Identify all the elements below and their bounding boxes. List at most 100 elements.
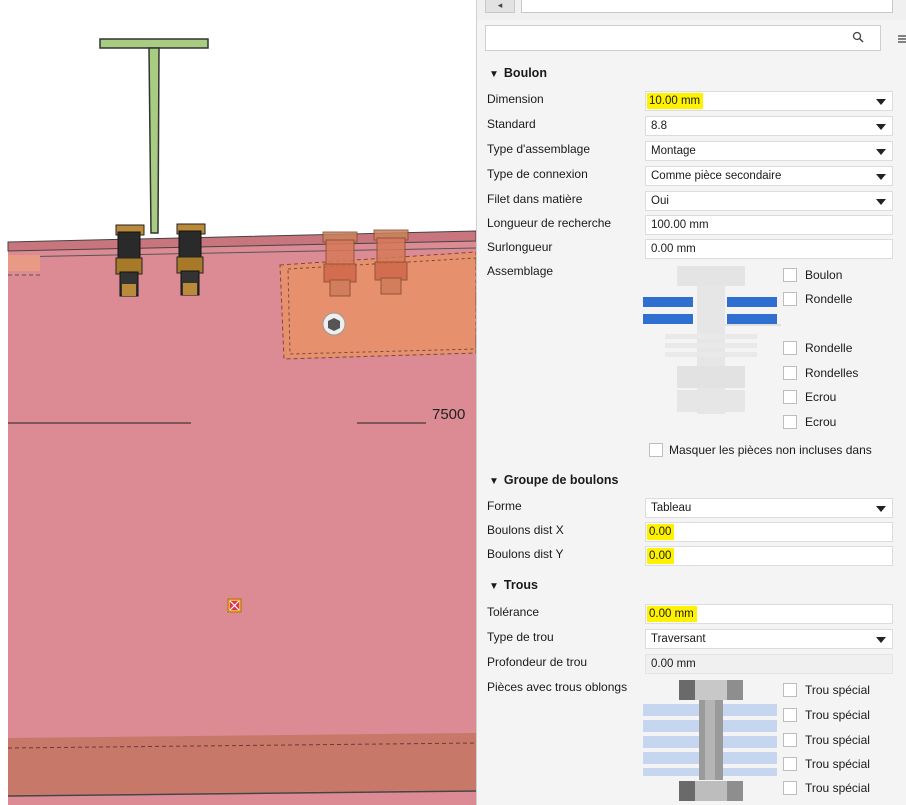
rondelle-top-checkbox[interactable] [783,292,797,306]
filet-dropdown[interactable]: Oui [645,191,893,211]
trou-special-label-5: Trou spécial [805,781,870,795]
type-assemblage-value: Montage [651,145,696,157]
ecrou-checkbox-2[interactable] [783,415,797,429]
section-groupe-boulons[interactable]: ▼ Groupe de boulons [489,473,619,487]
ecrou-checkbox-1-label: Ecrou [805,390,837,404]
collapse-triangle-icon[interactable]: ▼ [489,581,499,592]
profondeur-value: 0.00 mm [651,658,696,670]
surlongueur-label: Surlongueur [487,240,553,254]
boulon-checkbox[interactable] [783,268,797,282]
panel-topbar: ◂ [477,0,906,20]
section-trous-title: Trous [503,578,538,592]
profondeur-input: 0.00 mm [645,654,893,674]
filter-field[interactable] [521,0,893,13]
type-assemblage-dropdown[interactable]: Montage [645,141,893,161]
marker-icon [227,598,242,613]
surlongueur-input[interactable]: 0.00 mm [645,239,893,259]
section-trous[interactable]: ▼ Trous [489,578,538,592]
dist-y-input[interactable]: 0.00 [645,546,893,566]
standard-value: 8.8 [651,120,667,132]
chevron-down-icon[interactable] [876,124,886,130]
properties-panel: ◂ ▼ Boulon Dimension 10.00 mm Standard 8.… [476,0,906,805]
trou-special-checkbox-1[interactable] [783,683,797,697]
collapse-triangle-icon[interactable]: ▼ [489,476,499,487]
trou-special-checkbox-3[interactable] [783,733,797,747]
rondelle-checkbox-label: Rondelle [805,341,853,355]
tee-web [148,47,160,234]
beam-left-edge [8,255,40,271]
chevron-down-icon[interactable] [876,174,886,180]
slotted-holes-diagram [643,680,777,801]
type-trou-value: Traversant [651,633,706,645]
beam-bottom-flange [8,733,476,795]
ecrou-checkbox-2-label: Ecrou [805,415,837,429]
search-box[interactable] [485,25,881,51]
rondelles-checkbox-label: Rondelles [805,366,859,380]
bolt-assembly-diagram [643,266,781,414]
type-trou-dropdown[interactable]: Traversant [645,629,893,649]
type-assemblage-label: Type d'assemblage [487,142,591,156]
boulon-checkbox-label: Boulon [805,268,843,282]
dist-x-label: Boulons dist X [487,523,564,537]
model-canvas[interactable] [0,0,476,805]
chevron-down-icon[interactable] [876,99,886,105]
standard-dropdown[interactable]: 8.8 [645,116,893,136]
trou-special-label-1: Trou spécial [805,683,870,697]
filet-label: Filet dans matière [487,192,583,206]
filet-value: Oui [651,195,669,207]
trou-special-checkbox-2[interactable] [783,708,797,722]
chevron-down-icon[interactable] [876,149,886,155]
dimension-dropdown[interactable]: 10.00 mm [645,91,893,111]
chevron-down-icon[interactable] [876,637,886,643]
type-connexion-dropdown[interactable]: Comme pièce secondaire [645,166,893,186]
search-icon[interactable] [852,31,864,43]
masquer-checkbox-label: Masquer les pièces non incluses dans [669,443,872,457]
type-connexion-value: Comme pièce secondaire [651,170,782,182]
longueur-recherche-value: 100.00 mm [651,219,709,231]
tolerance-label: Tolérance [487,605,540,619]
model-viewport[interactable]: 7500 [0,0,476,805]
trou-special-label-2: Trou spécial [805,708,870,722]
masquer-checkbox[interactable] [649,443,663,457]
dist-x-value: 0.00 [647,524,675,540]
longueur-recherche-label: Longueur de recherche [487,216,612,230]
dimension-label: Dimension [487,92,544,106]
dimension-value: 10.00 mm [647,93,704,109]
chevron-down-icon[interactable] [876,506,886,512]
rondelle-top-checkbox-label: Rondelle [805,292,853,306]
dist-y-value: 0.00 [647,548,675,564]
dist-y-label: Boulons dist Y [487,547,564,561]
surlongueur-value: 0.00 mm [651,243,696,255]
assemblage-label: Assemblage [487,264,554,278]
forme-label: Forme [487,499,522,513]
oblongs-label: Pièces avec trous oblongs [487,680,628,694]
collapse-triangle-icon[interactable]: ▼ [489,69,499,80]
trou-special-label-3: Trou spécial [805,733,870,747]
component-symbol-icon [322,312,346,336]
standard-label: Standard [487,117,536,131]
trou-special-checkbox-4[interactable] [783,757,797,771]
chevron-down-icon[interactable] [876,199,886,205]
trou-special-checkbox-5[interactable] [783,781,797,795]
tee-flange [99,38,209,49]
type-trou-label: Type de trou [487,630,554,644]
dist-x-input[interactable]: 0.00 [645,522,893,542]
tolerance-input[interactable]: 0.00 mm [645,604,893,624]
forme-value: Tableau [651,502,692,514]
longueur-recherche-input[interactable]: 100.00 mm [645,215,893,235]
menu-icon[interactable] [897,33,906,45]
section-boulon-title: Boulon [503,66,547,80]
trou-special-label-4: Trou spécial [805,757,870,771]
rondelle-checkbox[interactable] [783,341,797,355]
forme-dropdown[interactable]: Tableau [645,498,893,518]
section-groupe-title: Groupe de boulons [503,473,619,487]
type-connexion-label: Type de connexion [487,167,588,181]
back-button[interactable]: ◂ [485,0,515,13]
section-boulon[interactable]: ▼ Boulon [489,66,547,80]
dimension-label: 7500 [432,406,466,423]
ecrou-checkbox-1[interactable] [783,390,797,404]
search-input[interactable] [490,27,854,51]
profondeur-label: Profondeur de trou [487,655,588,669]
tolerance-value: 0.00 mm [647,606,697,622]
rondelles-checkbox[interactable] [783,366,797,380]
